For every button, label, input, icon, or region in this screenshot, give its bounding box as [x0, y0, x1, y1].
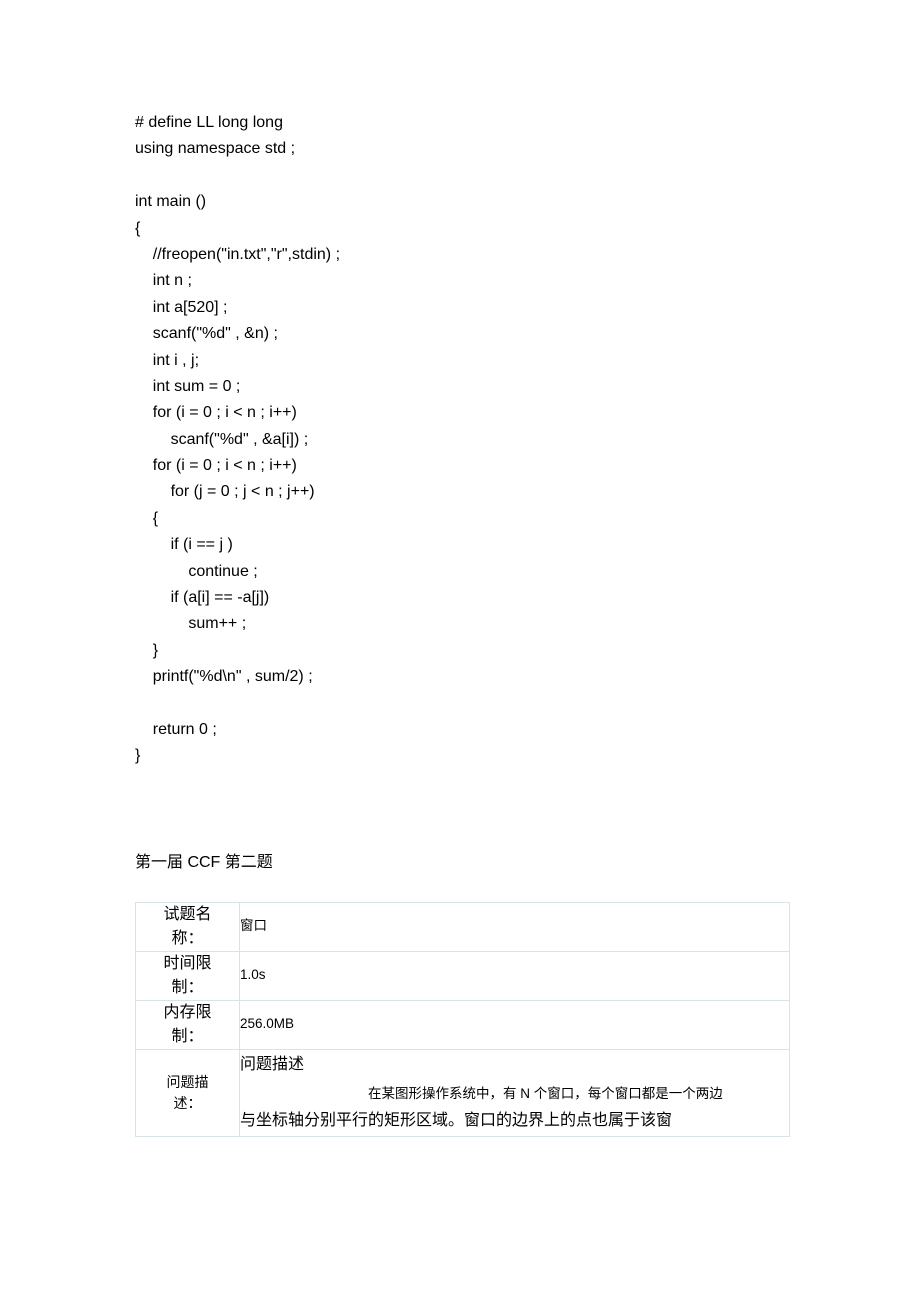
table-row: 时间限 制： 1.0s: [136, 951, 790, 1000]
label-line2: 制：: [171, 979, 203, 996]
label-line1: 问题描: [167, 1074, 209, 1090]
row-label-memory: 内存限 制：: [136, 1000, 240, 1049]
label-line1: 试题名: [163, 906, 211, 923]
table-row: 问题描 述： 问题描述 在某图形操作系统中，有 N 个窗口，每个窗口都是一个两边…: [136, 1049, 790, 1136]
row-label-time: 时间限 制：: [136, 951, 240, 1000]
description-body: 在某图形操作系统中，有 N 个窗口，每个窗口都是一个两边 与坐标轴分别平行的矩形…: [240, 1080, 789, 1134]
row-value-time: 1.0s: [240, 951, 790, 1000]
row-label-name: 试题名 称：: [136, 902, 240, 951]
problem-table: 试题名 称： 窗口 时间限 制： 1.0s 内存限 制： 256.0MB: [135, 902, 790, 1137]
desc-line2: 与坐标轴分别平行的矩形区域。窗口的边界上的点也属于该窗: [240, 1112, 672, 1129]
label-line2: 述：: [174, 1095, 202, 1111]
description-title: 问题描述: [240, 1051, 789, 1078]
label-line1: 内存限: [163, 1004, 211, 1021]
desc-line1: 在某图形操作系统中，有 N 个窗口，每个窗口都是一个两边: [368, 1086, 723, 1101]
label-line2: 制：: [171, 1028, 203, 1045]
code-block: # define LL long long using namespace st…: [135, 110, 790, 770]
row-value-name: 窗口: [240, 902, 790, 951]
section-heading: 第一届 CCF 第二题: [135, 848, 790, 872]
document-page: # define LL long long using namespace st…: [0, 0, 920, 1303]
row-value-description: 问题描述 在某图形操作系统中，有 N 个窗口，每个窗口都是一个两边 与坐标轴分别…: [240, 1049, 790, 1136]
label-line1: 时间限: [163, 955, 211, 972]
label-line2: 称：: [171, 930, 203, 947]
table-row: 内存限 制： 256.0MB: [136, 1000, 790, 1049]
table-row: 试题名 称： 窗口: [136, 902, 790, 951]
row-label-description: 问题描 述：: [136, 1049, 240, 1136]
row-value-memory: 256.0MB: [240, 1000, 790, 1049]
